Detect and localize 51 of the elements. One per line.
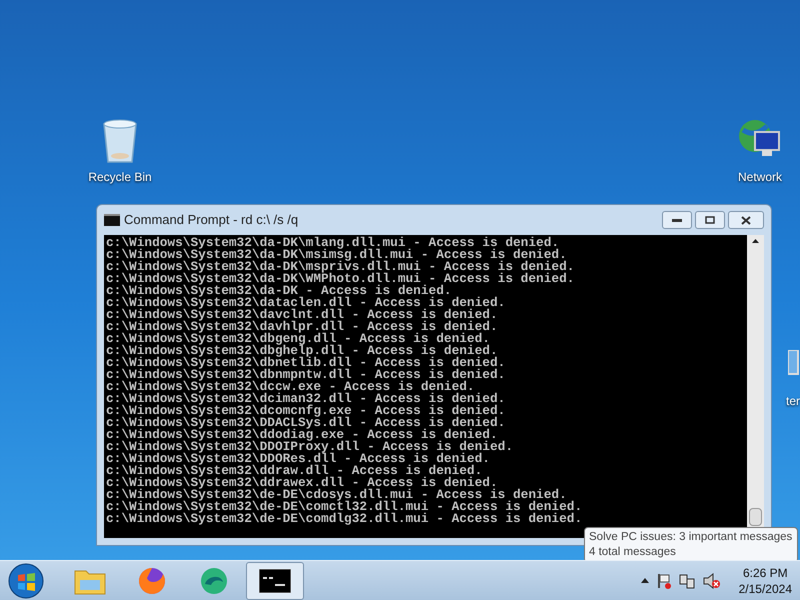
clock-date[interactable]: 2/15/2024 <box>738 580 792 596</box>
console-line: c:\Windows\System32\davhlpr.dll - Access is denied. <box>106 321 499 333</box>
console-line: c:\Windows\System32\da-DK\mlang.dll.mui - Access is denied. <box>106 237 560 249</box>
console-line: c:\Windows\System32\dcomcnfg.exe - Access is denied. <box>106 405 506 417</box>
tooltip-title: Solve PC issues: 3 important messages <box>589 530 793 545</box>
console-line: c:\Windows\System32\dbnetlib.dll - Access is denied. <box>106 357 506 369</box>
console-line: c:\Windows\System32\DDORes.dll - Access is denied. <box>106 453 491 465</box>
console-line: c:\Windows\System32\da-DK\msimsg.dll.mui - Access is denied. <box>106 249 567 261</box>
console-line: c:\Windows\System32\dccw.exe - Access is denied. <box>106 381 475 393</box>
console-line: c:\Windows\System32\de-DE\cdosys.dll.mui - Access is denied. <box>106 489 567 501</box>
show-hidden-icons-icon[interactable] <box>640 578 649 583</box>
console-line: c:\Windows\System32\da-DK\msprivs.dll.mui - Access is denied. <box>106 261 576 273</box>
desktop-icon-label[interactable]: Recycle Bin <box>88 168 152 186</box>
network-icon[interactable] <box>678 572 695 588</box>
close-button[interactable] <box>728 211 764 229</box>
console-line: c:\Windows\System32\davclnt.dll - Access is denied. <box>106 309 499 321</box>
console-icon <box>259 568 291 592</box>
flag-alert-icon[interactable] <box>656 572 671 588</box>
maximize-button[interactable] <box>695 211 725 229</box>
console-line: c:\Windows\System32\dciman32.dll - Access is denied. <box>106 393 506 405</box>
console-line: c:\Windows\System32\dataclen.dll - Access is denied. <box>106 297 506 309</box>
console-line: c:\Windows\System32\de-DE\comdlg32.dll.mui - Access is denied. <box>106 513 584 525</box>
console-line: c:\Windows\System32\ddraw.dll - Access is denied. <box>106 465 482 477</box>
swirl-icon <box>199 566 229 596</box>
tooltip-text: 4 total messages <box>589 545 677 560</box>
minimize-icon <box>672 218 682 222</box>
close-icon <box>741 216 751 224</box>
console-line: c:\Windows\System32\da-DK\WMPhoto.dll.mui - Access is denied. <box>106 273 576 285</box>
console-line: c:\Windows\System32\dbghelp.dll - Access is denied. <box>106 345 498 357</box>
scroll-up-icon <box>752 239 759 243</box>
console-line: c:\Windows\System32\de-DE\comctl32.dll.mui - Access is denied. <box>106 501 584 513</box>
maximize-icon <box>705 216 715 224</box>
console-line: c:\Windows\System32\da-DK - Access is denied. <box>106 285 452 297</box>
console-line: c:\Windows\System32\dbnmpntw.dll - Access is denied. <box>106 369 506 381</box>
desktop-icon-label[interactable]: ter <box>786 392 800 410</box>
console-line: c:\Windows\System32\ddodiag.exe - Access is denied. <box>106 429 498 441</box>
recycle-bin-icon[interactable] <box>100 118 140 164</box>
window-title: Command Prompt - rd c:\ /s /q <box>124 211 298 230</box>
desktop-icon-label[interactable]: Network <box>738 168 782 186</box>
scrollbar-thumb[interactable] <box>749 508 762 526</box>
console-line: c:\Windows\System32\DDOIProxy.dll - Access is denied. <box>106 441 514 453</box>
console-line: c:\Windows\System32\ddrawex.dll - Access is denied. <box>106 477 498 489</box>
console-line: c:\Windows\System32\dbgeng.dll - Access is denied. <box>106 333 490 345</box>
taskbar-button[interactable] <box>246 562 304 600</box>
windows-orb-icon <box>8 562 44 598</box>
console-icon <box>104 214 120 226</box>
clock-time[interactable]: 6:26 PM <box>742 564 788 580</box>
minimize-button[interactable] <box>662 211 692 229</box>
console-line: c:\Windows\System32\DDACLSys.dll - Access is denied. <box>106 417 506 429</box>
speaker-muted-icon[interactable] <box>702 572 721 588</box>
fox-globe-icon <box>137 566 167 596</box>
